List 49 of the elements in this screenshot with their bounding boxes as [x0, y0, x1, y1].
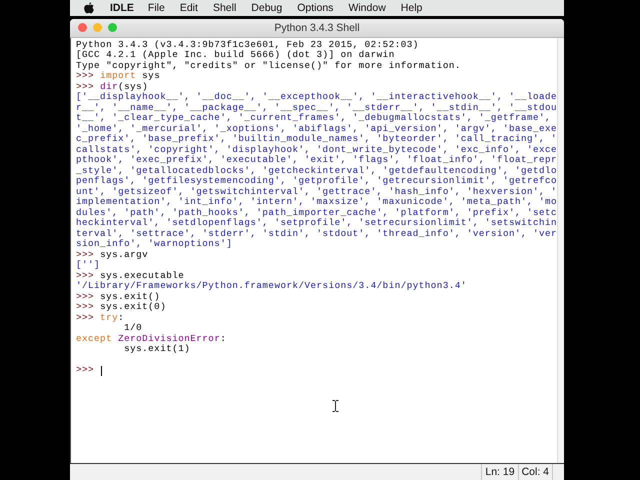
close-button[interactable] [78, 23, 87, 32]
shell-line: callstats', 'copyright', 'displayhook', 'dont_write_bytecode', 'exc_info', 'exce [76, 144, 558, 155]
shell-line: [''] [76, 260, 100, 271]
zoom-button[interactable] [108, 23, 117, 32]
minimize-button[interactable] [93, 23, 102, 32]
shell-line: [GCC 4.2.1 (Apple Inc. build 5666) (dot 3)] on darwin [76, 50, 395, 61]
menu-item[interactable]: File [148, 2, 165, 14]
shell-line: >>> dir(sys) [76, 82, 148, 92]
shell-line: _style', 'getallocatedblocks', 'getcheckinterval', 'getdefaultencoding', 'getdlo [76, 166, 558, 176]
menu-item[interactable]: Edit [180, 2, 198, 14]
shell-line: >>> try: [76, 312, 124, 324]
shell-line: >>> [76, 365, 96, 376]
shell-line: >>> import sys [76, 71, 160, 82]
shell-line: Type "copyright", "credits" or "license()" for more information. [76, 60, 461, 71]
shell-line: terval', 'settrace', 'stderr', 'stdin', 'stdout', 'thread_info', 'version', 'ver [76, 228, 558, 239]
menu-item[interactable]: Debug [251, 2, 282, 14]
shell-line: '/Library/Frameworks/Python.framework/Versions/3.4/bin/python3.4' [76, 281, 467, 292]
shell-line: dules', 'path', 'path_hooks', 'path_importer_cache', 'platform', 'prefix', 'setc [76, 208, 558, 218]
shell-line: sion_info', 'warnoptions'] [76, 239, 232, 250]
apple-logo-icon[interactable] [84, 2, 94, 14]
scrollbar[interactable] [557, 38, 564, 463]
shell-line: r__', '__name__', '__package__', '__spec__', '__stderr__', '__stdin__', '__stdou [76, 102, 558, 113]
text-caret [101, 366, 102, 376]
shell-line: except ZeroDivisionError: [76, 334, 226, 344]
shell-line: t__', '_clear_type_cache', '_current_frames', '_debugmallocstats', '_getframe', [76, 113, 552, 124]
menu-item[interactable]: Shell [212, 2, 236, 14]
menu-item[interactable]: Options [297, 2, 334, 14]
shell-line: unt', 'getsizeof', 'getswitchinterval', 'gettrace', 'hash_info', 'hexversion', ' [76, 186, 558, 197]
menu-item[interactable]: Window [348, 2, 386, 14]
shell-line: >>> sys.exit(0) [76, 302, 166, 313]
shell-line: implementation', 'int_info', 'intern', 'maxsize', 'maxunicode', 'meta_path', 'mo [76, 197, 558, 208]
line-number-status: Ln: 19 [481, 464, 518, 480]
shell-line: Python 3.4.3 (v3.4.3:9b73f1c3e601, Feb 23 2015, 02:52:03) [76, 40, 419, 50]
shell-line: pthook', 'exec_prefix', 'executable', 'exit', 'flags', 'float_info', 'float_repr [76, 155, 558, 166]
shell-line: >>> sys.argv [76, 250, 148, 260]
window-title: Python 3.4.3 Shell [274, 22, 360, 34]
column-status: Col: 4 [518, 464, 552, 480]
shell-line: 1/0 [123, 323, 142, 334]
menu-item[interactable]: Help [400, 2, 422, 14]
shell-line: c_prefix', 'base_prefix', 'builtin_module_names', 'byteorder', 'call_tracing', ' [76, 134, 558, 145]
app-menu[interactable]: IDLE [110, 2, 134, 14]
shell-line: penflags', 'getfilesystemencoding', 'getprofile', 'getrecursionlimit', 'getrefco [76, 176, 558, 187]
shell-line: sys.exit(1) [123, 344, 190, 355]
shell-line: >>> sys.executable [76, 270, 184, 281]
shell-line: >>> sys.exit() [76, 292, 160, 302]
shell-line: ['__displayhook__', '__doc__', '__excepthook__', '__interactivehook__', '__loade [76, 92, 558, 103]
shell-line: '_home', '_mercurial', '_xoptions', 'abiflags', 'api_version', 'argv', 'base_exe [76, 124, 558, 134]
text-cursor-icon [332, 400, 339, 412]
shell-line: heckinterval', 'setdlopenflags', 'setprofile', 'setrecursionlimit', 'setswitchin [76, 218, 558, 229]
